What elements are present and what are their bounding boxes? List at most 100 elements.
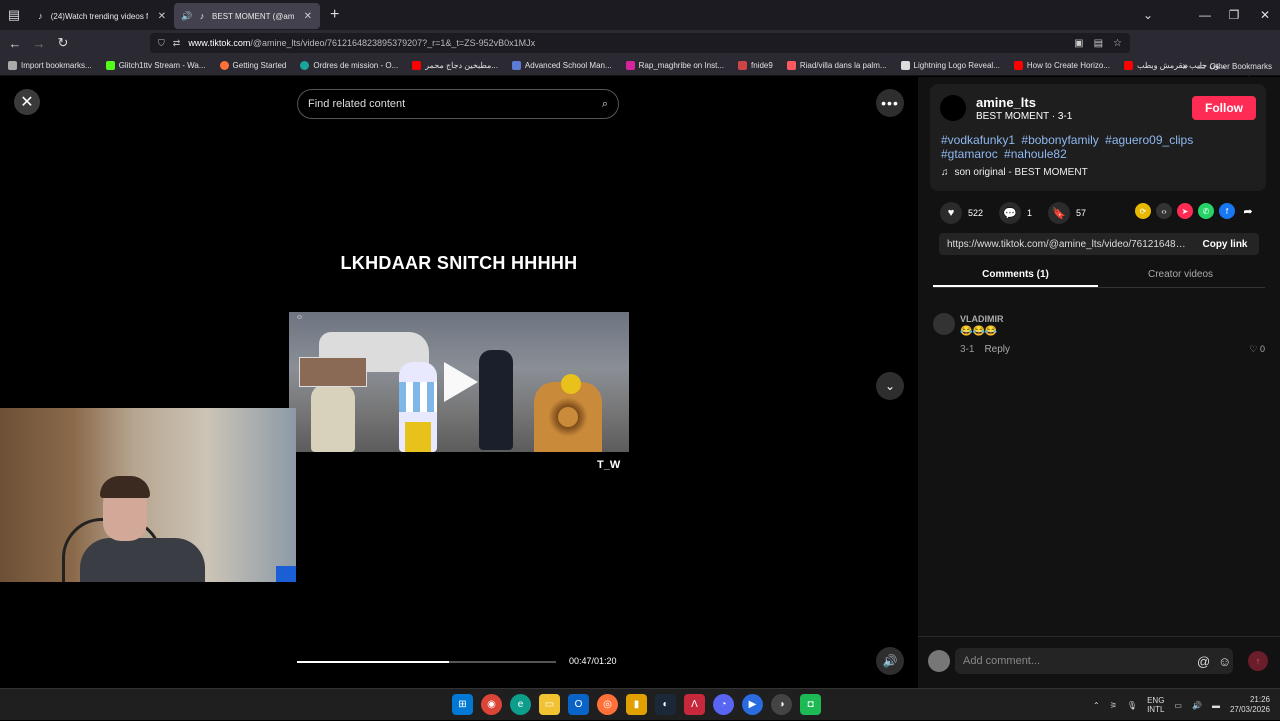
username[interactable]: amine_lts bbox=[976, 95, 1036, 110]
avatar[interactable] bbox=[933, 313, 955, 335]
like-stat[interactable]: ♥ 522 bbox=[940, 202, 983, 224]
bookmark-item[interactable]: Ordres de mission - O... bbox=[300, 61, 398, 70]
close-tab-icon[interactable]: ✕ bbox=[158, 11, 166, 22]
emoji-icon[interactable]: ☺ bbox=[1218, 654, 1231, 669]
play-icon[interactable] bbox=[444, 362, 478, 402]
comment-icon[interactable]: 💬 bbox=[999, 202, 1022, 224]
hashtag-link[interactable]: #vodkafunky1 bbox=[941, 133, 1015, 147]
other-bookmarks[interactable]: ▭ Other Bookmarks bbox=[1198, 56, 1272, 76]
repost-icon[interactable]: ⟳ bbox=[1135, 203, 1151, 219]
tab-creator-videos[interactable]: Creator videos bbox=[1098, 264, 1263, 287]
system-tray: ⌃ ⚞ 🎙 ENG INTL ▭ 🔊 ▬ 21:26 27/03/2026 bbox=[1093, 689, 1280, 721]
video-progress-bar[interactable] bbox=[297, 661, 556, 663]
music-info[interactable]: ♫ son original - BEST MOMENT bbox=[941, 167, 1088, 178]
back-icon[interactable]: ← bbox=[3, 31, 27, 55]
bookmark-item[interactable]: fnide9 bbox=[738, 61, 773, 70]
app-icon[interactable]: ▶ bbox=[742, 694, 763, 715]
hashtag-link[interactable]: #aguero09_clips bbox=[1105, 133, 1193, 147]
reload-icon[interactable]: ↻ bbox=[51, 31, 75, 55]
outlook-icon[interactable]: O bbox=[568, 694, 589, 715]
comment-stat[interactable]: 💬 1 bbox=[999, 202, 1032, 224]
comment-like[interactable]: ♡ 0 bbox=[1249, 344, 1265, 355]
video-player[interactable]: Find related content ⌕ LKHDAAR SNITCH HH… bbox=[289, 77, 629, 688]
copy-link-button[interactable]: Copy link bbox=[1191, 239, 1259, 250]
mention-icon[interactable]: @ bbox=[1197, 654, 1210, 669]
app-icon[interactable]: ▮ bbox=[626, 694, 647, 715]
hashtag-link[interactable]: #nahoule82 bbox=[1004, 147, 1067, 161]
maximize-icon[interactable]: ❐ bbox=[1219, 0, 1249, 30]
address-bar[interactable]: ⛉ ⇄ www.tiktok.com/@amine_lts/video/7612… bbox=[150, 33, 1130, 53]
send-comment-button[interactable]: ↑ bbox=[1248, 651, 1268, 671]
hashtag-link[interactable]: #gtamaroc bbox=[941, 147, 998, 161]
bookmark-star-icon[interactable]: ☆ bbox=[1113, 38, 1122, 49]
bookmark-item[interactable]: Import bookmarks... bbox=[8, 61, 92, 70]
share-icon[interactable]: ➦ bbox=[1240, 203, 1256, 219]
tab-overflow-icon[interactable]: ⌄ bbox=[1133, 0, 1163, 30]
next-video-button[interactable]: ⌄ bbox=[876, 372, 904, 400]
whatsapp-icon[interactable]: ✆ bbox=[1198, 203, 1214, 219]
close-window-icon[interactable]: ✕ bbox=[1250, 0, 1280, 30]
more-options-button[interactable]: ••• bbox=[876, 89, 904, 117]
start-icon[interactable]: ⊞ bbox=[452, 694, 473, 715]
close-video-button[interactable]: ✕ bbox=[14, 89, 40, 115]
clock[interactable]: 21:26 27/03/2026 bbox=[1230, 695, 1270, 715]
bookmark-item[interactable]: Rap_maghribe on Inst... bbox=[625, 61, 724, 70]
permissions-icon[interactable]: ⇄ bbox=[173, 38, 181, 49]
volume-icon[interactable]: 🔊 bbox=[1192, 701, 1202, 710]
firefox-icon[interactable]: ◎ bbox=[597, 694, 618, 715]
battery-icon[interactable]: ▬ bbox=[1212, 701, 1220, 710]
bookmark-item[interactable]: Riad/villa dans la palm... bbox=[786, 61, 887, 70]
bookmark-icon[interactable]: 🔖 bbox=[1048, 202, 1071, 224]
edge-icon[interactable]: e bbox=[510, 694, 531, 715]
app-icon[interactable]: Λ bbox=[684, 694, 705, 715]
discord-icon[interactable]: ◔ bbox=[713, 694, 734, 715]
language-indicator[interactable]: ENG INTL bbox=[1147, 696, 1164, 714]
send-icon[interactable]: ➤ bbox=[1177, 203, 1193, 219]
shield-icon[interactable]: ⛉ bbox=[158, 38, 165, 49]
bookmark-item[interactable]: Advanced School Man... bbox=[511, 61, 612, 70]
bookmark-label: Riad/villa dans la palm... bbox=[799, 61, 887, 70]
follow-button[interactable]: Follow bbox=[1192, 96, 1256, 120]
facebook-icon[interactable]: f bbox=[1219, 203, 1235, 219]
network-icon[interactable]: ⚞ bbox=[1110, 701, 1117, 710]
bookmark-item[interactable]: Glitch1ttv Stream - Wa... bbox=[105, 61, 206, 70]
comment-author[interactable]: VLADIMIR bbox=[960, 314, 1004, 324]
reader-icon[interactable]: ▤ bbox=[1094, 38, 1103, 49]
browser-tab-2[interactable]: 🔊 ♪ BEST MOMENT (@amine_lt ✕ bbox=[174, 3, 320, 29]
bookmark-item[interactable]: How to Create Horizo... bbox=[1013, 61, 1110, 70]
chrome-icon[interactable]: ◉ bbox=[481, 694, 502, 715]
chevron-up-icon[interactable]: ⌃ bbox=[1093, 701, 1100, 710]
browser-tab-1[interactable]: ♪ (24)Watch trending videos for y ✕ bbox=[28, 3, 174, 29]
save-stat[interactable]: 🔖 57 bbox=[1048, 202, 1086, 224]
search-input[interactable]: Find related content ⌕ bbox=[297, 89, 619, 119]
pip-icon[interactable]: ▣ bbox=[1074, 38, 1083, 49]
forward-icon[interactable]: → bbox=[27, 31, 51, 55]
search-icon[interactable]: ⌕ bbox=[602, 98, 608, 111]
tab-comments[interactable]: Comments (1) bbox=[933, 264, 1098, 287]
bookmarks-overflow-icon[interactable]: » bbox=[1182, 56, 1188, 76]
reply-button[interactable]: Reply bbox=[984, 344, 1010, 355]
video-link[interactable]: https://www.tiktok.com/@amine_lts/video/… bbox=[939, 239, 1191, 250]
steam-icon[interactable]: ◐ bbox=[655, 694, 676, 715]
app-icon[interactable]: ◘ bbox=[800, 694, 821, 715]
file-explorer-icon[interactable]: ▭ bbox=[539, 694, 560, 715]
microphone-icon[interactable]: 🎙 bbox=[1127, 701, 1137, 710]
bookmark-item[interactable]: Lightning Logo Reveal... bbox=[900, 61, 1000, 70]
hashtag-link[interactable]: #bobonyfamily bbox=[1021, 133, 1098, 147]
new-tab-button[interactable]: + bbox=[330, 6, 339, 24]
volume-button[interactable]: 🔊 bbox=[876, 647, 904, 675]
bookmark-item[interactable]: مطبخين دجاج محمر... bbox=[412, 61, 498, 70]
bookmark-item[interactable]: Getting Started bbox=[219, 61, 286, 70]
close-tab-icon[interactable]: ✕ bbox=[304, 11, 312, 22]
minimize-icon[interactable]: — bbox=[1190, 0, 1220, 30]
comment-input[interactable]: Add comment... bbox=[955, 648, 1233, 674]
display-icon[interactable]: ▭ bbox=[1174, 701, 1182, 710]
tab-list-icon[interactable]: ▤ bbox=[0, 1, 28, 29]
avatar[interactable] bbox=[940, 95, 966, 121]
heart-icon[interactable]: ♥ bbox=[940, 202, 962, 224]
app-icon[interactable]: ◑ bbox=[771, 694, 792, 715]
person bbox=[80, 538, 205, 582]
video-frame[interactable]: ⬭ bbox=[289, 312, 629, 452]
embed-icon[interactable]: ‹› bbox=[1156, 203, 1172, 219]
heart-icon[interactable]: ♡ bbox=[1249, 344, 1257, 354]
